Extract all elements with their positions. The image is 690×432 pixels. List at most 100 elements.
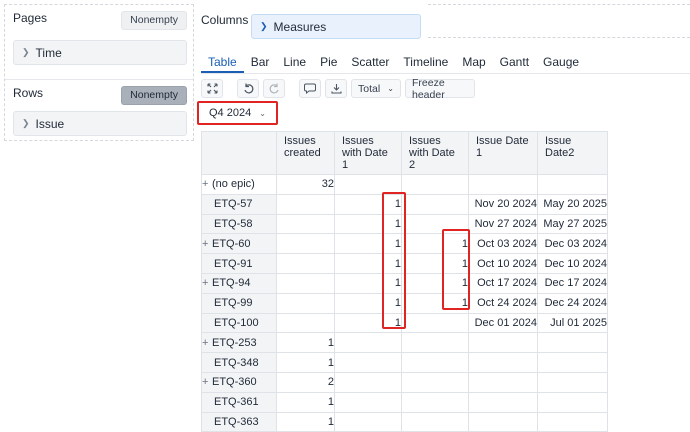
column-header[interactable]: Issue Date2 (537, 131, 608, 175)
column-header[interactable]: Issues with Date 1 (334, 131, 402, 175)
table-cell (276, 233, 335, 255)
table-cell (334, 391, 402, 413)
row-header[interactable]: + ETQ-360 (201, 371, 277, 393)
table-cell: 1 (401, 272, 469, 294)
table-cell: 1 (334, 253, 402, 274)
table-cell: Dec 03 2024 (537, 233, 608, 255)
row-header[interactable]: ETQ-100 (201, 312, 277, 334)
tab-bar[interactable]: Bar (244, 52, 277, 73)
expand-icon[interactable] (201, 79, 223, 98)
row-header[interactable]: + ETQ-60 (201, 233, 277, 255)
total-label: Total (358, 82, 381, 95)
column-header[interactable]: Issue Date 1 (468, 131, 538, 175)
table-cell (401, 193, 469, 215)
column-header[interactable]: Issues created (276, 131, 335, 175)
freeze-header-button[interactable]: Freeze header (405, 77, 475, 101)
comment-icon[interactable] (299, 79, 321, 98)
table-cell (334, 352, 402, 373)
table-cell (334, 174, 402, 195)
tab-gauge[interactable]: Gauge (536, 52, 586, 73)
table-row: ETQ-99 1 1 Oct 24 2024 Dec 24 2024 (201, 292, 608, 314)
pages-nonempty-button[interactable]: Nonempty (121, 11, 187, 30)
table-row: ETQ-57 1 Nov 20 2024 May 20 2025 (201, 193, 608, 215)
row-header[interactable]: ETQ-99 (201, 292, 277, 314)
row-label: ETQ-253 (212, 336, 257, 349)
table-cell: Oct 10 2024 (468, 253, 538, 274)
table-cell (401, 352, 469, 373)
table-cell: Nov 20 2024 (468, 193, 538, 215)
export-icon[interactable] (325, 79, 347, 98)
table-row: ETQ-348 1 (201, 352, 608, 373)
columns-title: Columns (201, 13, 249, 27)
table-cell: 1 (334, 312, 402, 334)
period-selector[interactable]: Q4 2024 ⌄ (197, 101, 278, 125)
expand-plus-icon[interactable]: + (202, 178, 212, 190)
table-cell (537, 174, 608, 195)
table-cell (537, 411, 608, 432)
row-header[interactable]: ETQ-91 (201, 253, 277, 274)
expand-plus-icon[interactable]: + (202, 337, 212, 349)
table-row: ETQ-361 1 (201, 391, 608, 413)
table-cell (537, 391, 608, 413)
row-label: ETQ-360 (212, 376, 257, 389)
measures-dimension-chip[interactable]: ❯ Measures (251, 14, 421, 39)
issue-dimension-chip[interactable]: ❯ Issue (13, 111, 187, 136)
expand-plus-icon[interactable]: + (202, 376, 212, 388)
table-cell: Dec 10 2024 (537, 253, 608, 274)
table-cell: 1 (276, 411, 335, 432)
column-header[interactable]: Issues with Date 2 (401, 131, 469, 175)
undo-icon[interactable] (237, 79, 259, 98)
columns-dropzone-top (428, 4, 690, 5)
total-dropdown[interactable]: Total ⌄ (351, 79, 401, 98)
row-header[interactable]: ETQ-363 (201, 411, 277, 432)
table-cell (334, 371, 402, 393)
table-row: + ETQ-253 1 (201, 332, 608, 354)
table-cell (537, 371, 608, 393)
row-header[interactable]: ETQ-361 (201, 391, 277, 413)
pages-title: Pages (13, 11, 48, 25)
row-header[interactable]: ETQ-58 (201, 213, 277, 235)
rows-title: Rows (13, 86, 44, 100)
tab-table[interactable]: Table (201, 52, 244, 73)
row-header[interactable]: + ETQ-94 (201, 272, 277, 294)
row-label: ETQ-100 (214, 316, 259, 329)
expand-arrows-icon (206, 83, 218, 94)
row-header[interactable]: + ETQ-253 (201, 332, 277, 354)
download-icon (330, 84, 342, 94)
table-cell (468, 352, 538, 373)
header-row: Issues created Issues with Date 1 Issues… (201, 131, 608, 175)
table-toolbar: Total ⌄ Freeze header (201, 77, 475, 101)
chevron-down-icon: ⌄ (387, 84, 394, 93)
section-divider (5, 79, 193, 80)
tab-map[interactable]: Map (455, 52, 492, 73)
row-label: ETQ-94 (212, 277, 251, 290)
dimension-panel: Pages Nonempty ❯ Time Rows Nonempty ❯ Is… (4, 4, 194, 141)
table-row: ETQ-58 1 Nov 27 2024 May 27 2025 (201, 213, 608, 235)
redo-icon[interactable] (263, 79, 285, 98)
undo-arrow-icon (243, 83, 253, 94)
tab-scatter[interactable]: Scatter (344, 52, 396, 73)
table-cell: 1 (334, 213, 402, 235)
table-cell (468, 411, 538, 432)
expand-plus-icon[interactable]: + (202, 277, 212, 289)
table-cell (468, 332, 538, 354)
chevron-down-icon: ⌄ (259, 108, 266, 118)
table-row: ETQ-100 1 Dec 01 2024 Jul 01 2025 (201, 312, 608, 334)
table-row: ETQ-91 1 1 Oct 10 2024 Dec 10 2024 (201, 253, 608, 274)
report-table: Issues created Issues with Date 1 Issues… (201, 131, 608, 432)
tab-pie[interactable]: Pie (313, 52, 344, 73)
issue-dimension-label: Issue (35, 116, 65, 131)
tab-line[interactable]: Line (276, 52, 313, 73)
row-header[interactable]: + (no epic) (201, 174, 277, 195)
rows-nonempty-button[interactable]: Nonempty (121, 86, 187, 105)
time-dimension-chip[interactable]: ❯ Time (13, 40, 187, 65)
tab-gantt[interactable]: Gantt (493, 52, 536, 73)
row-label: (no epic) (212, 178, 255, 191)
columns-dropzone-bottom (428, 37, 690, 38)
row-header[interactable]: ETQ-57 (201, 193, 277, 215)
row-header[interactable]: ETQ-348 (201, 352, 277, 373)
tab-timeline[interactable]: Timeline (396, 52, 455, 73)
table-cell (468, 371, 538, 393)
expand-plus-icon[interactable]: + (202, 238, 212, 250)
row-label: ETQ-348 (214, 356, 259, 369)
